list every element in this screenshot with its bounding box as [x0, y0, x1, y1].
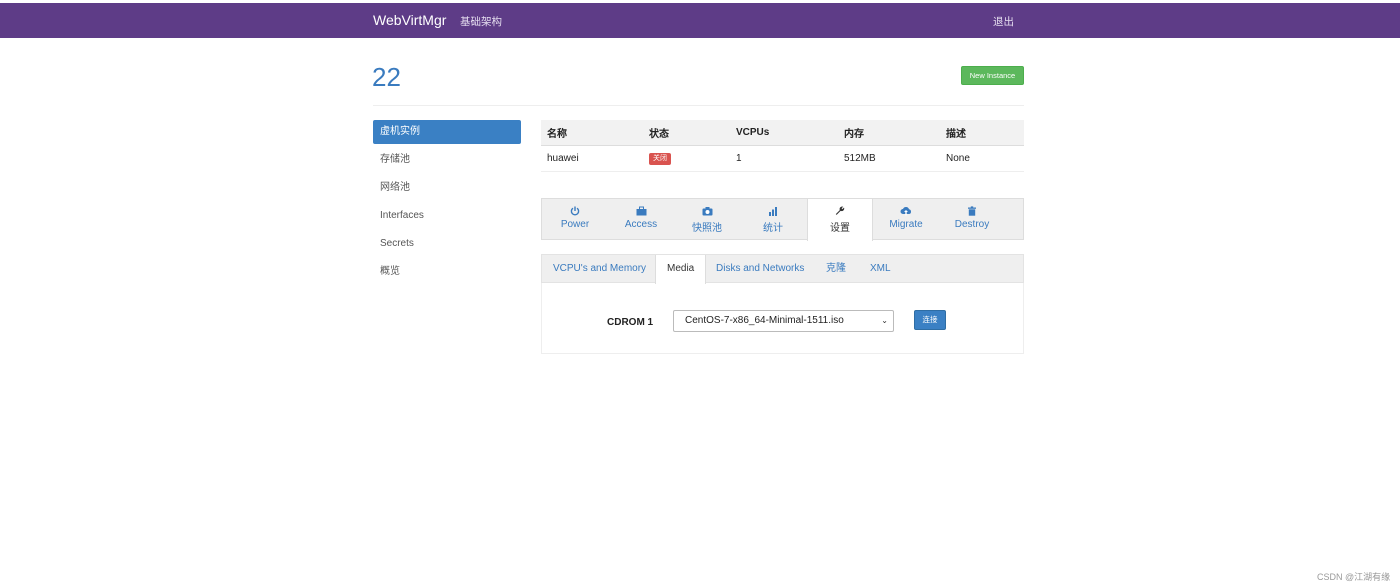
tab-stats-label: 统计: [763, 223, 783, 234]
subtab-media[interactable]: Media: [655, 255, 707, 284]
tab-power-label: Power: [560, 219, 590, 230]
tab-power[interactable]: Power: [542, 199, 608, 240]
sidebar-item-secrets[interactable]: Secrets: [373, 232, 521, 256]
tab-destroy-label: Destroy: [954, 219, 990, 230]
tab-migrate[interactable]: Migrate: [873, 199, 939, 240]
sidebar-item-overview[interactable]: 概览: [373, 260, 521, 284]
instance-memory-cell: 512MB: [838, 145, 940, 172]
page-title: 22: [372, 62, 401, 92]
status-badge: 关闭: [649, 152, 671, 165]
instance-action-tabs: Power Access 快照池 统计 设置 Migrate Destroy: [541, 198, 1024, 241]
iso-select[interactable]: CentOS-7-x86_64-Minimal-1511.iso ⌄: [673, 310, 894, 332]
wrench-icon: [808, 206, 872, 216]
instance-status-cell: 关闭: [643, 145, 730, 172]
sidebar-item-storage[interactable]: 存储池: [373, 148, 521, 172]
iso-select-value: CentOS-7-x86_64-Minimal-1511.iso: [685, 315, 844, 326]
power-icon: [542, 206, 608, 216]
subtab-xml[interactable]: XML: [859, 255, 902, 283]
tab-snapshots[interactable]: 快照池: [674, 199, 740, 240]
column-header-status: 状态: [643, 120, 730, 146]
tab-settings-label: 设置: [830, 223, 850, 234]
nav-infrastructure-link[interactable]: 基础架构: [460, 14, 502, 29]
column-header-name: 名称: [541, 120, 643, 146]
briefcase-icon: [608, 206, 674, 216]
settings-subtabs: VCPU's and Memory Media Disks and Networ…: [541, 254, 1024, 284]
instance-vcpus-cell: 1: [730, 145, 838, 172]
tab-destroy[interactable]: Destroy: [939, 199, 1005, 240]
column-header-description: 描述: [940, 120, 1024, 146]
connect-button[interactable]: 连接: [914, 310, 946, 330]
instance-table: 名称 状态 VCPUs 内存 描述 huawei 关闭 1 512MB None: [541, 120, 1024, 172]
table-row: huawei 关闭 1 512MB None: [541, 145, 1024, 172]
subtab-disks-networks[interactable]: Disks and Networks: [705, 255, 815, 283]
table-header-row: 名称 状态 VCPUs 内存 描述: [541, 120, 1024, 146]
instance-name-cell: huawei: [541, 145, 643, 172]
instance-description-cell: None: [940, 145, 1024, 172]
tab-access[interactable]: Access: [608, 199, 674, 240]
brand-link[interactable]: WebVirtMgr: [373, 12, 446, 28]
media-panel: CDROM 1 CentOS-7-x86_64-Minimal-1511.iso…: [541, 283, 1024, 354]
sidebar: 虚机实例 存储池 网络池 Interfaces Secrets 概览: [373, 120, 521, 288]
watermark: CSDN @江湖有缘: [1317, 572, 1391, 582]
cdrom-label: CDROM 1: [607, 317, 654, 328]
header-divider: [373, 105, 1024, 106]
column-header-memory: 内存: [838, 120, 940, 146]
subtab-vcpu-memory[interactable]: VCPU's and Memory: [542, 255, 657, 283]
sidebar-item-networks[interactable]: 网络池: [373, 176, 521, 200]
top-navbar: WebVirtMgr 基础架构 退出: [0, 3, 1400, 38]
sidebar-item-interfaces[interactable]: Interfaces: [373, 204, 521, 228]
stats-icon: [740, 206, 806, 216]
camera-icon: [674, 206, 740, 216]
tab-migrate-label: Migrate: [889, 219, 923, 230]
tab-snapshots-label: 快照池: [692, 223, 722, 234]
sidebar-item-instances[interactable]: 虚机实例: [373, 120, 521, 144]
column-header-vcpus: VCPUs: [730, 120, 838, 146]
tab-settings[interactable]: 设置: [807, 199, 873, 241]
tab-stats[interactable]: 统计: [740, 199, 806, 240]
cloud-upload-icon: [873, 206, 939, 216]
new-instance-button[interactable]: New Instance: [961, 66, 1024, 85]
logout-link[interactable]: 退出: [993, 14, 1014, 29]
trash-icon: [939, 206, 1005, 216]
chevron-down-icon: ⌄: [881, 316, 888, 325]
subtab-clone[interactable]: 克隆: [815, 255, 857, 283]
tab-access-label: Access: [624, 219, 658, 230]
